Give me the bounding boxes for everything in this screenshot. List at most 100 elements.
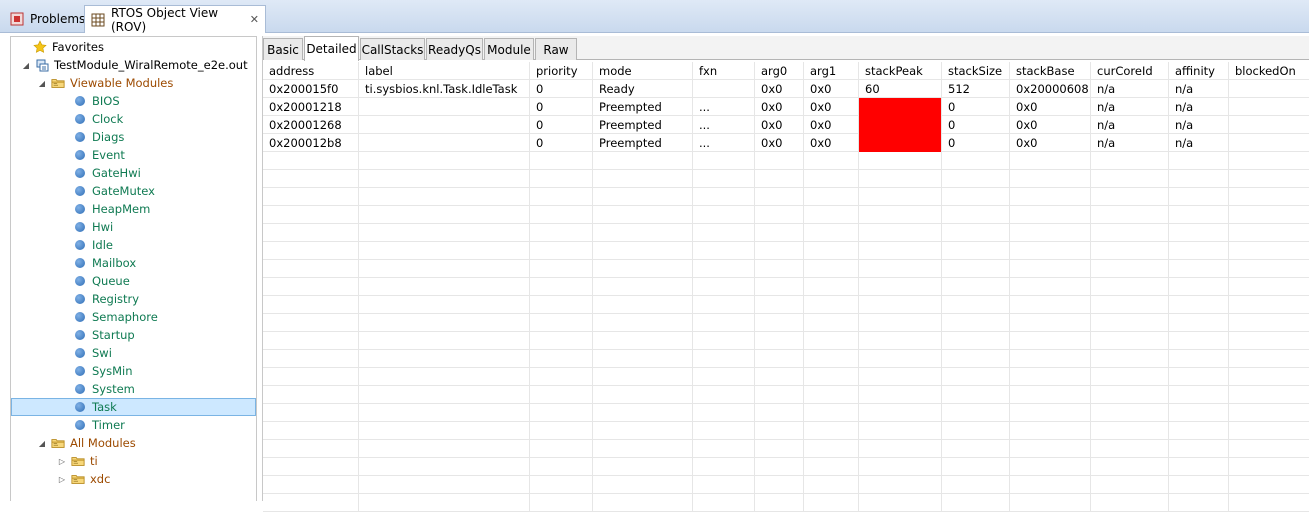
tree-module-event[interactable]: Event xyxy=(73,146,125,164)
tree-module-diags[interactable]: Diags xyxy=(73,128,124,146)
tree-module-system[interactable]: System xyxy=(73,380,135,398)
table-row[interactable] xyxy=(263,314,1309,332)
column-header-curcoreid[interactable]: curCoreId xyxy=(1091,62,1169,80)
table-row[interactable] xyxy=(263,368,1309,386)
tree-module-gatemutex[interactable]: GateMutex xyxy=(73,182,155,200)
tree-module-bios[interactable]: BIOS xyxy=(73,92,120,110)
empty-cell xyxy=(530,242,593,260)
subtab-module[interactable]: Module xyxy=(484,38,534,60)
empty-cell xyxy=(1229,188,1309,206)
tree-module-registry[interactable]: Registry xyxy=(73,290,139,308)
empty-cell xyxy=(1229,404,1309,422)
tree-module-gatehwi[interactable]: GateHwi xyxy=(73,164,141,182)
table-row[interactable] xyxy=(263,458,1309,476)
column-header-priority[interactable]: priority xyxy=(530,62,593,80)
table-row[interactable] xyxy=(263,440,1309,458)
expand-open-icon[interactable]: ◢ xyxy=(37,439,47,448)
empty-cell xyxy=(1010,350,1091,368)
column-header-arg0[interactable]: arg0 xyxy=(755,62,804,80)
tree-target[interactable]: ◢ TestModule_WiralRemote_e2e.out xyxy=(21,56,248,74)
table-row[interactable] xyxy=(263,188,1309,206)
empty-cell xyxy=(1010,422,1091,440)
tree-module-queue[interactable]: Queue xyxy=(73,272,130,290)
close-icon[interactable]: ✕ xyxy=(250,13,259,26)
tree-module-mailbox[interactable]: Mailbox xyxy=(73,254,136,272)
empty-cell xyxy=(1169,404,1229,422)
cell-stackbase: 0x0 xyxy=(1010,98,1091,116)
empty-cell xyxy=(804,260,859,278)
cell-arg0: 0x0 xyxy=(755,80,804,98)
table-row[interactable] xyxy=(263,206,1309,224)
table-row[interactable] xyxy=(263,476,1309,494)
expand-open-icon[interactable]: ◢ xyxy=(21,61,31,70)
table-row[interactable] xyxy=(263,332,1309,350)
tree-module-heapmem[interactable]: HeapMem xyxy=(73,200,150,218)
cell-stackpeak: 60 xyxy=(859,80,942,98)
tree-module-swi[interactable]: Swi xyxy=(73,344,112,362)
column-header-stackbase[interactable]: stackBase xyxy=(1010,62,1091,80)
table-row[interactable] xyxy=(263,422,1309,440)
cell-stackbase: 0x0 xyxy=(1010,116,1091,134)
empty-cell xyxy=(755,152,804,170)
subtab-callstacks[interactable]: CallStacks xyxy=(360,38,425,60)
table-row[interactable] xyxy=(263,152,1309,170)
subtab-readyqs[interactable]: ReadyQs xyxy=(426,38,483,60)
column-header-arg1[interactable]: arg1 xyxy=(804,62,859,80)
module-dot-icon xyxy=(73,418,87,432)
expand-closed-icon[interactable]: ▷ xyxy=(57,457,67,466)
subtab-basic[interactable]: Basic xyxy=(263,38,303,60)
table-row[interactable]: 0x20001218 0 Preempted... 0x0 0x0 0 0x0 n/a n/a xyxy=(263,98,1309,116)
table-row[interactable] xyxy=(263,386,1309,404)
tab-rov[interactable]: RTOS Object View (ROV) ✕ xyxy=(84,5,266,34)
tab-rov-label: RTOS Object View (ROV) xyxy=(111,5,219,34)
empty-cell xyxy=(530,260,593,278)
tree-all-modules[interactable]: ◢ All Modules xyxy=(37,434,136,452)
column-header-fxn[interactable]: fxn xyxy=(693,62,755,80)
empty-cell xyxy=(942,422,1010,440)
expand-closed-icon[interactable]: ▷ xyxy=(57,475,67,484)
tree-module-task[interactable]: Task xyxy=(11,398,256,416)
module-dot-icon xyxy=(73,328,87,342)
tree-module-startup[interactable]: Startup xyxy=(73,326,135,344)
subtab-detailed[interactable]: Detailed xyxy=(304,36,359,61)
empty-cell xyxy=(530,350,593,368)
column-header-affinity[interactable]: affinity xyxy=(1169,62,1229,80)
tree-module-timer[interactable]: Timer xyxy=(73,416,125,434)
column-header-blockedon[interactable]: blockedOn xyxy=(1229,62,1309,80)
table-row[interactable] xyxy=(263,404,1309,422)
tree-module-semaphore[interactable]: Semaphore xyxy=(73,308,158,326)
empty-cell xyxy=(1091,476,1169,494)
table-row[interactable]: 0x20001268 0 Preempted... 0x0 0x0 0 0x0 n/a n/a xyxy=(263,116,1309,134)
tree-viewable-modules[interactable]: ◢ Viewable Modules xyxy=(37,74,173,92)
tree-module-idle[interactable]: Idle xyxy=(73,236,113,254)
tree-package-xdc[interactable]: ▷ xdc xyxy=(57,470,111,488)
table-row[interactable] xyxy=(263,170,1309,188)
table-row[interactable]: 0x200015f0 ti.sysbios.knl.Task.IdleTask 0 R… xyxy=(263,80,1309,98)
tree-module-clock[interactable]: Clock xyxy=(73,110,123,128)
table-row[interactable] xyxy=(263,296,1309,314)
tab-problems[interactable]: Problems xyxy=(4,5,85,32)
column-header-stacksize[interactable]: stackSize xyxy=(942,62,1010,80)
table-row[interactable] xyxy=(263,224,1309,242)
table-row[interactable] xyxy=(263,278,1309,296)
tree-module-hwi[interactable]: Hwi xyxy=(73,218,113,236)
table-row[interactable]: 0x200012b8 0 Preempted... 0x0 0x0 0 0x0 n/a n/a xyxy=(263,134,1309,152)
tree-module-sysmin[interactable]: SysMin xyxy=(73,362,133,380)
expand-open-icon[interactable]: ◢ xyxy=(37,79,47,88)
empty-cell xyxy=(1091,332,1169,350)
empty-cell xyxy=(1091,224,1169,242)
table-row[interactable] xyxy=(263,242,1309,260)
column-header-label[interactable]: label xyxy=(359,62,530,80)
empty-cell xyxy=(693,152,755,170)
table-row[interactable] xyxy=(263,350,1309,368)
table-row[interactable] xyxy=(263,494,1309,512)
table-row[interactable] xyxy=(263,260,1309,278)
tree-favorites[interactable]: Favorites xyxy=(33,38,104,56)
cell-mode: Ready xyxy=(593,80,693,98)
column-header-stackpeak[interactable]: stackPeak xyxy=(859,62,942,80)
tree-package-ti[interactable]: ▷ ti xyxy=(57,452,98,470)
column-header-address[interactable]: address xyxy=(263,62,359,80)
subtab-raw[interactable]: Raw xyxy=(535,38,577,60)
module-dot-icon xyxy=(73,202,87,216)
column-header-mode[interactable]: mode xyxy=(593,62,693,80)
